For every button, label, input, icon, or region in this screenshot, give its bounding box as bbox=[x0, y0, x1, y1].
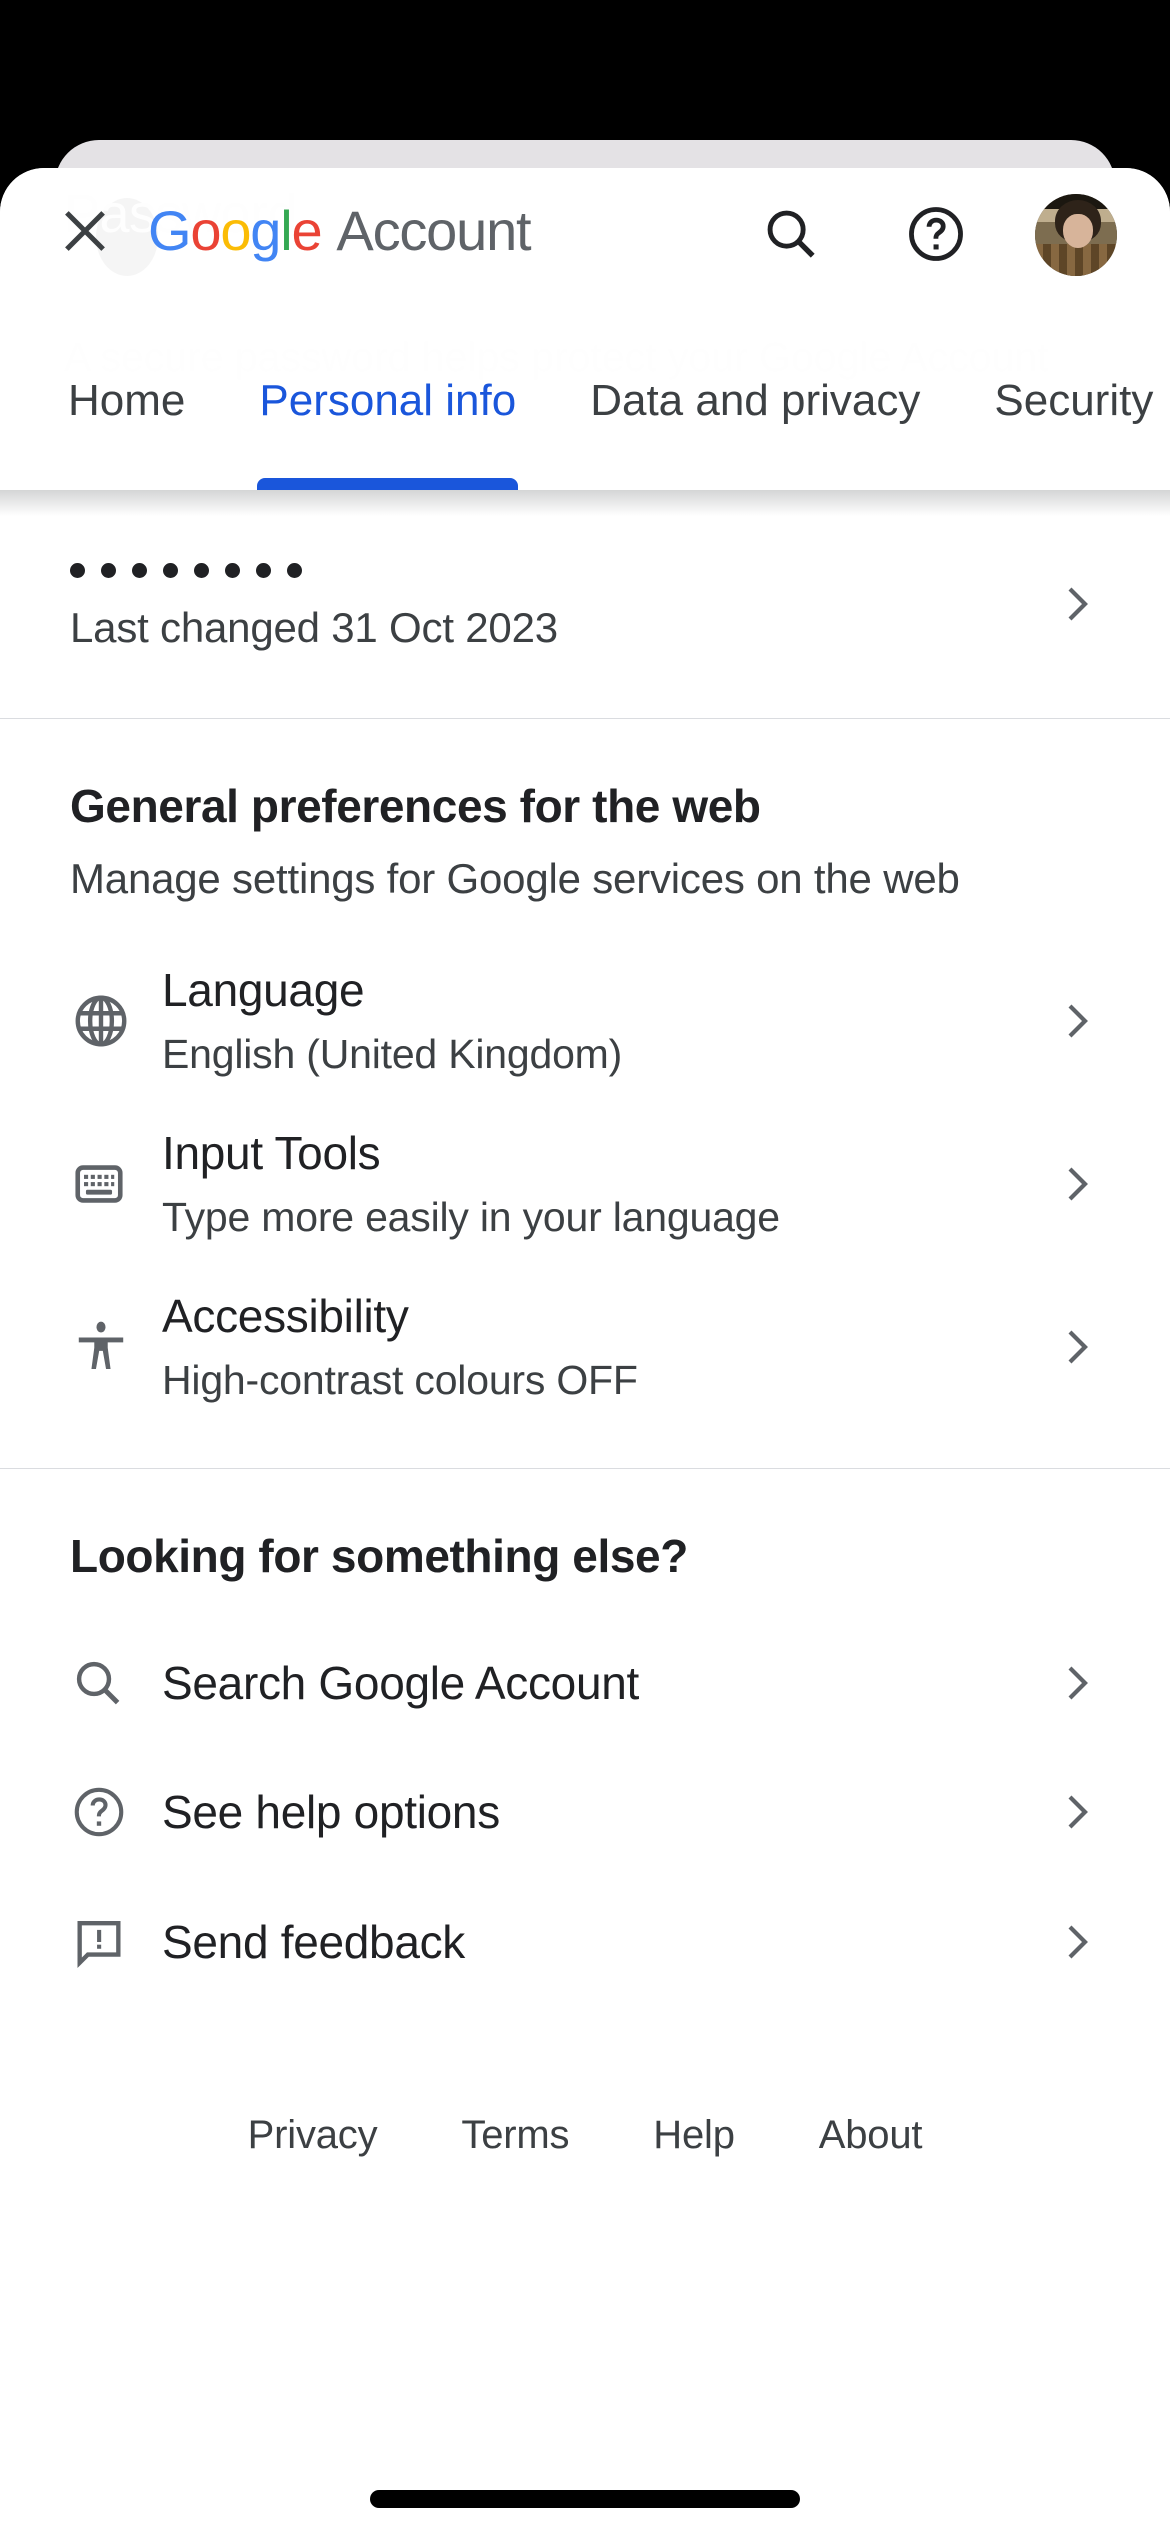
chevron-right-icon bbox=[1068, 1666, 1088, 1700]
link-row-search-google-account[interactable]: Search Google Account bbox=[0, 1619, 1170, 1747]
pref-input-tools-text: Input Tools Type more easily in your lan… bbox=[148, 1126, 1060, 1241]
looking-for-list: Search Google Account See help options S… bbox=[0, 1619, 1170, 2007]
tab-bar[interactable]: Home Personal info Data and privacy Secu… bbox=[0, 338, 1170, 490]
pref-input-tools-desc: Type more easily in your language bbox=[162, 1194, 780, 1240]
link-row-see-help-options[interactable]: See help options bbox=[0, 1747, 1170, 1877]
password-dot bbox=[163, 562, 178, 578]
pref-language-text: Language English (United Kingdom) bbox=[148, 963, 1060, 1078]
footer-link-privacy[interactable]: Privacy bbox=[248, 2113, 378, 2158]
logo-letter-g2: g bbox=[250, 199, 281, 262]
pref-input-tools-title: Input Tools bbox=[162, 1127, 381, 1179]
password-dot bbox=[70, 562, 85, 578]
pref-input-tools-chevron bbox=[1052, 1160, 1100, 1208]
looking-for-title: Looking for something else? bbox=[70, 1530, 688, 1582]
accessibility-icon bbox=[70, 1316, 148, 1378]
header-top-bar: Google Account bbox=[0, 168, 1170, 338]
footer-link-about[interactable]: About bbox=[819, 2113, 923, 2158]
link-feedback-chevron bbox=[1052, 1918, 1100, 1966]
close-icon bbox=[65, 211, 105, 251]
pref-row-language[interactable]: Language English (United Kingdom) bbox=[0, 939, 1170, 1102]
general-preferences-list: Language English (United Kingdom) Input … bbox=[0, 939, 1170, 1428]
search-icon bbox=[767, 210, 815, 258]
pref-language-chevron bbox=[1052, 997, 1100, 1045]
pref-language-desc: English (United Kingdom) bbox=[162, 1031, 623, 1077]
tab-security[interactable]: Security bbox=[994, 338, 1153, 490]
search-icon bbox=[70, 1655, 148, 1711]
logo-letter-e: e bbox=[291, 199, 322, 262]
avatar-photo-shirt bbox=[1035, 244, 1117, 276]
chevron-right-icon bbox=[1068, 1795, 1088, 1829]
tab-personal-info-label: Personal info bbox=[259, 376, 517, 425]
pref-row-accessibility[interactable]: Accessibility High-contrast colours OFF bbox=[0, 1265, 1170, 1428]
help-circle-icon bbox=[909, 207, 963, 261]
link-search-chevron bbox=[1052, 1659, 1100, 1707]
home-indicator[interactable] bbox=[370, 2490, 800, 2508]
password-dot bbox=[101, 562, 116, 578]
active-tab-indicator bbox=[257, 478, 519, 490]
link-help-chevron bbox=[1052, 1788, 1100, 1836]
pref-accessibility-chevron bbox=[1052, 1323, 1100, 1371]
chevron-right-icon bbox=[1068, 1004, 1088, 1037]
general-preferences-subtitle: Manage settings for Google services on t… bbox=[70, 855, 960, 902]
logo-letter-o2: o bbox=[220, 199, 251, 262]
link-row-send-feedback[interactable]: Send feedback bbox=[0, 1877, 1170, 2007]
looking-for-section: Looking for something else? Search Googl… bbox=[0, 1469, 1170, 2047]
password-dot bbox=[194, 562, 209, 578]
keyboard-icon bbox=[70, 1155, 148, 1213]
password-row[interactable]: Last changed 31 Oct 2023 bbox=[0, 490, 1170, 718]
password-dot bbox=[132, 562, 147, 578]
tab-security-label: Security bbox=[994, 376, 1154, 425]
logo-letter-g1: G bbox=[148, 199, 192, 262]
help-circle-icon bbox=[70, 1783, 148, 1841]
pref-accessibility-desc: High-contrast colours OFF bbox=[162, 1357, 638, 1403]
help-button[interactable] bbox=[903, 201, 969, 267]
phone-screen: Password A secure password helps protect… bbox=[0, 0, 1170, 2532]
pref-accessibility-text: Accessibility High-contrast colours OFF bbox=[148, 1289, 1060, 1404]
chevron-right-icon bbox=[1068, 1167, 1088, 1200]
tab-data-and-privacy-label: Data and privacy bbox=[590, 376, 921, 425]
pref-accessibility-title: Accessibility bbox=[162, 1290, 409, 1342]
logo-word-account: Account bbox=[336, 199, 531, 262]
password-last-changed: Last changed 31 Oct 2023 bbox=[70, 604, 558, 651]
general-preferences-section: General preferences for the web Manage s… bbox=[0, 719, 1170, 1468]
account-sheet: Password A secure password helps protect… bbox=[0, 168, 1170, 2532]
footer-link-terms[interactable]: Terms bbox=[461, 2113, 569, 2158]
pref-row-input-tools[interactable]: Input Tools Type more easily in your lan… bbox=[0, 1102, 1170, 1265]
link-send-feedback-label: Send feedback bbox=[162, 1916, 466, 1968]
password-dot bbox=[256, 562, 271, 578]
tab-personal-info[interactable]: Personal info bbox=[257, 338, 519, 490]
chevron-right-icon bbox=[1068, 1925, 1088, 1959]
globe-icon bbox=[70, 990, 148, 1052]
google-account-logo: Google Account bbox=[148, 198, 532, 263]
search-button[interactable] bbox=[758, 201, 824, 267]
app-header: Google Account Home Personal info Data a… bbox=[0, 168, 1170, 490]
tab-data-and-privacy[interactable]: Data and privacy bbox=[590, 338, 920, 490]
password-dot bbox=[225, 562, 240, 578]
password-row-chevron bbox=[1052, 580, 1100, 628]
avatar[interactable] bbox=[1035, 194, 1117, 276]
password-dot bbox=[287, 562, 302, 578]
close-button[interactable] bbox=[50, 196, 120, 266]
general-preferences-title: General preferences for the web bbox=[70, 780, 761, 832]
pref-language-title: Language bbox=[162, 964, 365, 1016]
link-see-help-options-label: See help options bbox=[162, 1786, 500, 1838]
scroll-content: Last changed 31 Oct 2023 General prefere… bbox=[0, 490, 1170, 2532]
logo-letter-l: l bbox=[280, 199, 292, 262]
logo-letter-o1: o bbox=[190, 199, 221, 262]
tab-home[interactable]: Home bbox=[68, 338, 185, 490]
footer-link-help[interactable]: Help bbox=[653, 2113, 735, 2158]
tab-home-label: Home bbox=[68, 376, 186, 425]
chevron-right-icon bbox=[1068, 587, 1088, 621]
footer-links: Privacy Terms Help About bbox=[0, 2047, 1170, 2158]
chevron-right-icon bbox=[1068, 1330, 1088, 1363]
feedback-icon bbox=[70, 1913, 148, 1971]
password-masked-value bbox=[70, 550, 1070, 590]
link-search-google-account-label: Search Google Account bbox=[162, 1657, 640, 1709]
avatar-photo-face bbox=[1063, 214, 1093, 248]
